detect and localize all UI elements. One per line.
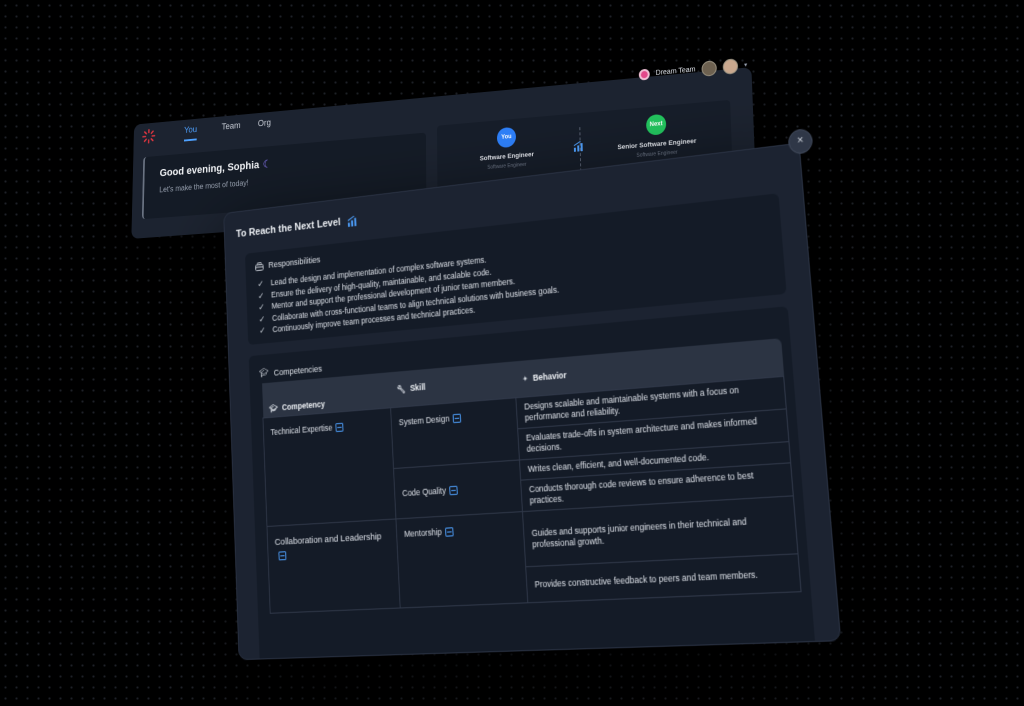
- skill-cell-mentorship: Mentorship: [395, 511, 528, 608]
- notification-avatar[interactable]: [701, 59, 717, 77]
- logo-icon: [142, 128, 156, 144]
- competencies-heading-text: Competencies: [273, 363, 323, 378]
- stage: You Team Org Dream Team ▾ Good evening, …: [0, 0, 1024, 706]
- responsibilities-heading-text: Responsibilities: [268, 254, 321, 270]
- competency-name: Technical Expertise: [270, 422, 333, 438]
- competency-cell-technical: Technical Expertise: [262, 407, 396, 527]
- team-icon: [638, 68, 650, 81]
- modal-title: To Reach the Next Level: [236, 214, 360, 240]
- briefcase-icon: [255, 262, 264, 271]
- you-badge: You: [496, 126, 517, 149]
- graduation-cap-icon: 🎓︎: [269, 403, 278, 414]
- skill-cell-system-design: System Design: [390, 397, 520, 469]
- info-icon[interactable]: [335, 422, 344, 433]
- competencies-heading: 🎓︎ Competencies: [259, 363, 322, 379]
- next-badge: Next: [645, 113, 667, 136]
- check-icon: ✓: [257, 278, 264, 289]
- tab-team[interactable]: Team: [221, 120, 241, 136]
- tab-you[interactable]: You: [183, 124, 198, 142]
- check-icon: ✓: [258, 302, 265, 313]
- bar-chart-icon: [573, 141, 583, 152]
- team-switcher[interactable]: Dream Team ▾: [638, 55, 748, 83]
- info-icon[interactable]: [452, 413, 462, 424]
- check-icon: ✓: [259, 325, 266, 336]
- wrench-icon: 🔧︎: [396, 384, 406, 395]
- skill-cell-code-quality: Code Quality: [393, 459, 523, 519]
- column-header-text: Skill: [409, 381, 426, 393]
- graduation-cap-icon: 🎓︎: [259, 367, 269, 378]
- check-icon: ✓: [257, 290, 265, 301]
- greeting-title: Good evening, Sophia ☾: [160, 157, 272, 179]
- next-level-modal: × To Reach the Next Level Responsibiliti…: [223, 127, 842, 661]
- current-level: You Software Engineer Software Engineer: [450, 123, 564, 174]
- column-header-text: Competency: [281, 399, 326, 413]
- info-icon[interactable]: [445, 527, 454, 537]
- close-button[interactable]: ×: [787, 127, 814, 156]
- chevron-down-icon[interactable]: ▾: [744, 61, 747, 68]
- user-avatar[interactable]: [722, 57, 739, 75]
- info-icon[interactable]: [449, 485, 458, 495]
- moon-icon: ☾: [262, 158, 272, 171]
- scene: You Team Org Dream Team ▾ Good evening, …: [0, 0, 1024, 706]
- competencies-card: 🎓︎ Competencies 🎓︎ Competency 🔧︎ Skill ✦ Be…: [248, 306, 815, 659]
- info-icon[interactable]: [278, 551, 287, 561]
- sparkle-icon: ✦: [521, 374, 529, 384]
- greeting-subtitle: Let's make the most of today!: [159, 178, 249, 195]
- modal-title-text: To Reach the Next Level: [235, 216, 341, 241]
- skill-name: Code Quality: [401, 484, 447, 498]
- bar-chart-icon: [348, 215, 359, 227]
- tab-org[interactable]: Org: [258, 118, 271, 133]
- responsibilities-heading: Responsibilities: [255, 254, 321, 272]
- greeting-text: Good evening, Sophia: [159, 159, 260, 180]
- skill-name: System Design: [398, 413, 450, 428]
- column-header-text: Behavior: [532, 369, 567, 383]
- check-icon: ✓: [258, 313, 266, 324]
- team-name: Dream Team: [655, 65, 696, 77]
- competencies-table: 🎓︎ Competency 🔧︎ Skill ✦ Behavior Technical…: [261, 338, 802, 614]
- competency-cell-collab: Collaboration and Leadership: [266, 518, 401, 614]
- competency-name: Collaboration and Leadership: [274, 531, 382, 548]
- skill-name: Mentorship: [403, 526, 442, 539]
